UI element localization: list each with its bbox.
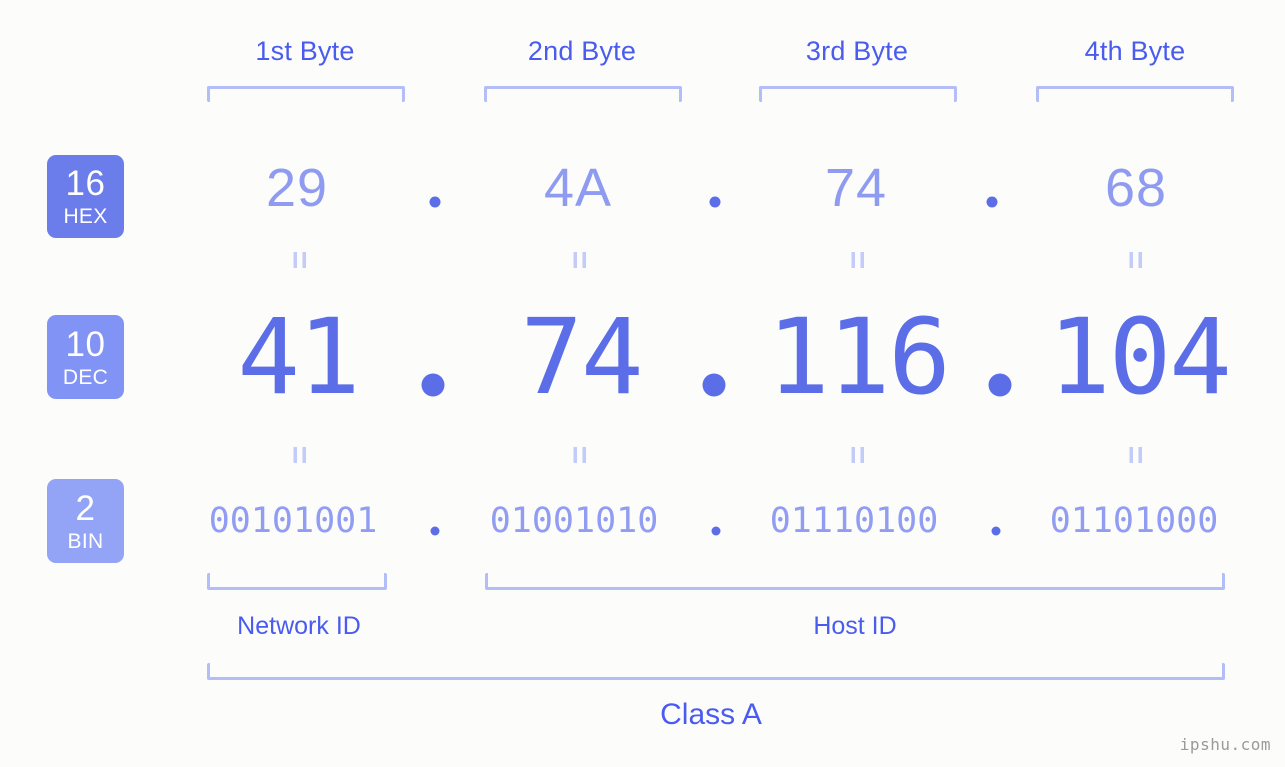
byte-bracket-2 [484, 86, 682, 102]
dec-separator-1 [421, 373, 445, 397]
bin-value-4: 01101000 [1049, 501, 1219, 541]
class-label: Class A [660, 698, 762, 731]
badge-bin-name: BIN [67, 529, 104, 553]
host-id-label: Host ID [813, 612, 897, 640]
byte-header-3: 3rd Byte [805, 36, 909, 66]
badge-hex-name: HEX [63, 205, 108, 228]
network-id-bracket [207, 573, 387, 590]
byte-bracket-1 [207, 86, 405, 102]
equals-icon-dec-bin-4: = [1118, 445, 1154, 465]
equals-icon-dec-bin-2: = [562, 445, 598, 465]
byte-bracket-4 [1036, 86, 1234, 102]
hex-separator-1 [429, 196, 441, 208]
hex-value-1: 29 [265, 158, 329, 218]
badge-bin: 2 BIN [47, 479, 124, 563]
bin-value-2: 01001010 [489, 501, 659, 541]
dec-value-4: 104 [1048, 296, 1232, 418]
dec-separator-2 [702, 373, 726, 397]
equals-icon-dec-bin-1: = [282, 445, 318, 465]
bin-value-3: 01110100 [769, 501, 939, 541]
bin-value-1: 00101001 [208, 501, 378, 541]
byte-bracket-3 [759, 86, 957, 102]
equals-icon-hex-dec-4: = [1118, 250, 1154, 270]
badge-hex: 16 HEX [47, 155, 124, 238]
bin-separator-3 [991, 526, 1001, 536]
hex-value-2: 4A [543, 158, 613, 218]
hex-value-3: 74 [824, 158, 888, 218]
equals-icon-dec-bin-3: = [840, 445, 876, 465]
badge-bin-number: 2 [75, 488, 96, 528]
badge-hex-number: 16 [65, 164, 106, 203]
byte-header-2: 2nd Byte [527, 36, 637, 66]
equals-icon-hex-dec-1: = [282, 250, 318, 270]
badge-dec: 10 DEC [47, 315, 124, 399]
bin-separator-1 [430, 526, 440, 536]
class-bracket [207, 663, 1225, 680]
hex-separator-2 [709, 196, 721, 208]
byte-header-1: 1st Byte [255, 36, 355, 66]
equals-icon-hex-dec-2: = [562, 250, 598, 270]
hex-separator-3 [986, 196, 998, 208]
ip-breakdown-diagram: 1st Byte 2nd Byte 3rd Byte 4th Byte 16 H… [0, 0, 1285, 767]
dec-value-1: 41 [237, 296, 360, 418]
watermark: ipshu.com [1179, 735, 1271, 754]
dec-value-3: 116 [767, 296, 951, 418]
badge-dec-number: 10 [65, 324, 106, 364]
byte-header-4: 4th Byte [1084, 36, 1186, 66]
equals-icon-hex-dec-3: = [840, 250, 876, 270]
hex-value-4: 68 [1104, 158, 1168, 218]
dec-separator-3 [988, 373, 1012, 397]
badge-dec-name: DEC [62, 365, 109, 389]
dec-value-2: 74 [520, 296, 643, 418]
host-id-bracket [485, 573, 1225, 590]
bin-separator-2 [711, 526, 721, 536]
network-id-label: Network ID [237, 612, 361, 640]
